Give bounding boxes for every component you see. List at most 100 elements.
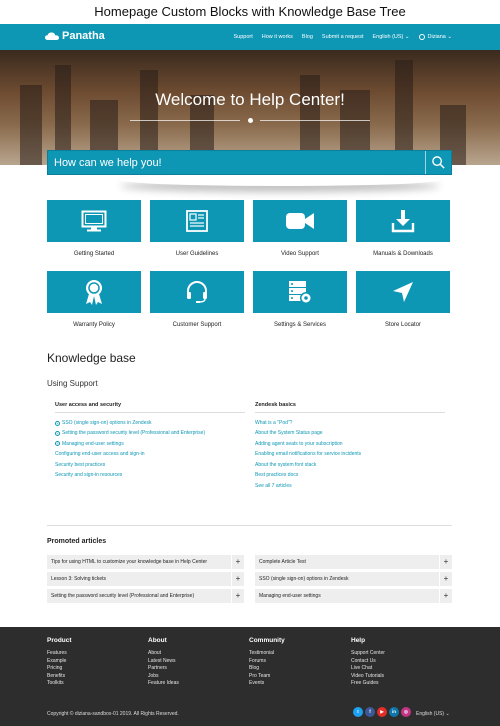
footer-column-title: Product <box>47 637 72 644</box>
instagram-icon[interactable]: ◎ <box>401 707 411 717</box>
kb-article-link[interactable]: About the system font stack <box>255 462 445 468</box>
video-camera-icon <box>286 213 314 229</box>
linkedin-icon[interactable]: in <box>389 707 399 717</box>
block-tile <box>47 200 141 242</box>
expand-plus-icon[interactable]: + <box>55 430 60 436</box>
search-divider <box>425 151 426 174</box>
kb-article-link[interactable]: About the System Status page <box>255 430 445 436</box>
promoted-article-title: Complete Article Test <box>259 559 306 565</box>
footer-link[interactable]: Pricing <box>47 665 72 671</box>
block-label: Getting Started <box>73 251 115 257</box>
nav-link-blog[interactable]: Blog <box>302 34 313 40</box>
site-footer: Product Features Example Pricing Benefit… <box>0 627 500 726</box>
kb-section-title[interactable]: Zendesk basics <box>255 402 445 413</box>
block-video-support[interactable]: Video Support <box>253 200 347 257</box>
kb-section-title[interactable]: User access and security <box>55 402 245 413</box>
search-icon[interactable] <box>431 155 446 170</box>
promoted-article-title: Tips for using HTML to customize your kn… <box>51 559 208 565</box>
search-shadow <box>120 174 440 186</box>
hero-divider-dot <box>248 118 253 123</box>
footer-link[interactable]: Jobs <box>148 673 179 679</box>
twitter-icon[interactable]: t <box>353 707 363 717</box>
footer-link[interactable]: About <box>148 650 179 656</box>
footer-link[interactable]: Contact Us <box>351 658 385 664</box>
nav-link-submit-request[interactable]: Submit a request <box>322 34 364 40</box>
block-label: Store Locator <box>384 322 422 328</box>
block-manuals-downloads[interactable]: Manuals & Downloads <box>356 200 450 257</box>
user-menu[interactable]: Diziana ⌄ <box>418 34 452 40</box>
kb-article-link[interactable]: Best practices docs <box>255 472 445 478</box>
block-warranty-policy[interactable]: Warranty Policy <box>47 271 141 328</box>
footer-language-selector[interactable]: English (US) ⌄ <box>416 711 450 717</box>
promoted-article-item[interactable]: Managing end-user settings + <box>255 589 452 603</box>
footer-link[interactable]: Testimonial <box>249 650 285 656</box>
kb-article-link[interactable]: What is a "Pod"? <box>255 420 445 426</box>
block-label: Video Support <box>281 251 319 257</box>
block-getting-started[interactable]: Getting Started <box>47 200 141 257</box>
see-all-articles-link[interactable]: See all 7 articles <box>255 483 445 489</box>
kb-article-link[interactable]: + Managing end-user settings <box>55 441 245 447</box>
block-tile <box>150 271 244 313</box>
expand-button[interactable]: + <box>439 555 452 569</box>
footer-link[interactable]: Pro Team <box>249 673 285 679</box>
block-customer-support[interactable]: Customer Support <box>150 271 244 328</box>
block-tile <box>47 271 141 313</box>
promoted-article-item[interactable]: Lesson 3: Solving tickets + <box>47 572 244 586</box>
expand-plus-icon[interactable]: + <box>55 420 60 426</box>
nav-link-how-it-works[interactable]: How it works <box>262 34 293 40</box>
expand-button[interactable]: + <box>231 572 244 586</box>
footer-link[interactable]: Features <box>47 650 72 656</box>
promoted-article-item[interactable]: Tips for using HTML to customize your kn… <box>47 555 244 569</box>
footer-link[interactable]: Blog <box>249 665 285 671</box>
footer-link[interactable]: Toolkits <box>47 680 72 686</box>
expand-plus-icon[interactable]: + <box>55 441 60 447</box>
footer-link[interactable]: Events <box>249 680 285 686</box>
block-tile <box>150 200 244 242</box>
footer-link[interactable]: Live Chat <box>351 665 385 671</box>
social-links: t f ▶ in ◎ <box>353 707 411 717</box>
promoted-article-title: Setting the password security level (Pro… <box>51 593 195 599</box>
kb-article-link[interactable]: Configuring end-user access and sign-in <box>55 451 245 457</box>
footer-column-title: Community <box>249 637 285 644</box>
promoted-article-item[interactable]: SSO (single sign-on) options in Zendesk … <box>255 572 452 586</box>
kb-category-title[interactable]: Using Support <box>47 379 98 388</box>
footer-link[interactable]: Example <box>47 658 72 664</box>
kb-article-link[interactable]: Security best practices <box>55 462 245 468</box>
footer-link[interactable]: Benefits <box>47 673 72 679</box>
footer-link[interactable]: Free Guides <box>351 680 385 686</box>
promoted-article-item[interactable]: Complete Article Test + <box>255 555 452 569</box>
block-user-guidelines[interactable]: User Guidelines <box>150 200 244 257</box>
expand-button[interactable]: + <box>231 555 244 569</box>
footer-link[interactable]: Partners <box>148 665 179 671</box>
footer-link[interactable]: Forums <box>249 658 285 664</box>
footer-link[interactable]: Latest News <box>148 658 179 664</box>
kb-article-link[interactable]: Adding agent seats to your subscription <box>255 441 445 447</box>
footer-link[interactable]: Feature Ideas <box>148 680 179 686</box>
language-selector[interactable]: English (US) ⌄ <box>373 34 410 40</box>
top-navigation: Panatha Support How it works Blog Submit… <box>0 24 500 50</box>
kb-article-link[interactable]: Enabling email notifications for service… <box>255 451 445 457</box>
block-store-locator[interactable]: Store Locator <box>356 271 450 328</box>
brand-logo[interactable]: Panatha <box>45 30 105 42</box>
promoted-article-item[interactable]: Setting the password security level (Pro… <box>47 589 244 603</box>
search-input[interactable] <box>54 155 414 171</box>
kb-article-link[interactable]: + Setting the password security level (Pr… <box>55 430 245 436</box>
page-header: Homepage Custom Blocks with Knowledge Ba… <box>0 0 500 24</box>
youtube-icon[interactable]: ▶ <box>377 707 387 717</box>
footer-column-community: Community Testimonial Forums Blog Pro Te… <box>249 637 285 688</box>
expand-button[interactable]: + <box>439 572 452 586</box>
footer-link[interactable]: Support Center <box>351 650 385 656</box>
expand-button[interactable]: + <box>231 589 244 603</box>
block-label: Warranty Policy <box>73 322 115 328</box>
expand-button[interactable]: + <box>439 589 452 603</box>
kb-article-link[interactable]: Security and sign-in resources <box>55 472 245 478</box>
nav-link-support[interactable]: Support <box>233 34 252 40</box>
download-icon <box>391 210 415 233</box>
facebook-icon[interactable]: f <box>365 707 375 717</box>
copyright-text: Copyright © diziana-sandbox-01 2019. All… <box>47 711 179 717</box>
kb-article-link[interactable]: + SSO (single sign-on) options in Zendesk <box>55 420 245 426</box>
kb-section-zendesk-basics: Zendesk basics What is a "Pod"? About th… <box>255 402 445 489</box>
footer-link[interactable]: Video Tutorials <box>351 673 385 679</box>
block-settings-services[interactable]: Settings & Services <box>253 271 347 328</box>
footer-column-title: About <box>148 637 167 644</box>
